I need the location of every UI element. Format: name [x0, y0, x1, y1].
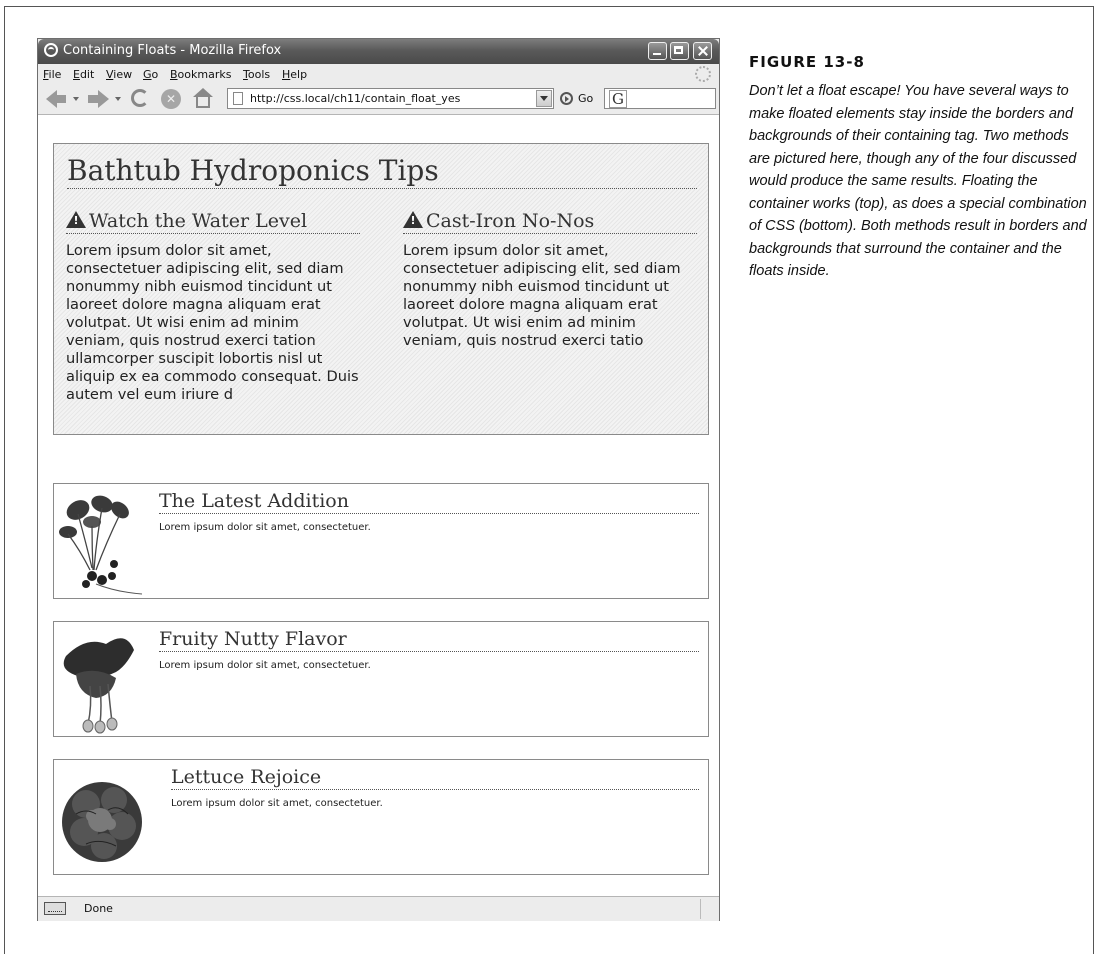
- address-bar[interactable]: http://css.local/ch11/contain_float_yes: [227, 88, 554, 109]
- tip-heading-text: Cast-Iron No-Nos: [426, 210, 595, 232]
- item-box: The Latest Addition Lorem ipsum dolor si…: [53, 483, 709, 599]
- item-heading: The Latest Addition: [159, 490, 699, 514]
- menu-tools[interactable]: Tools: [243, 68, 270, 81]
- back-arrow-icon[interactable]: [46, 88, 68, 110]
- search-engine-icon[interactable]: G: [609, 90, 627, 108]
- maximize-button[interactable]: [670, 42, 689, 60]
- item-text: Lorem ipsum dolor sit amet, consectetuer…: [159, 522, 371, 533]
- firefox-icon: [44, 43, 58, 57]
- item-box: Fruity Nutty Flavor Lorem ipsum dolor si…: [53, 621, 709, 737]
- leafy-greens-image: [63, 638, 134, 734]
- item-text: Lorem ipsum dolor sit amet, consectetuer…: [159, 660, 371, 671]
- figure-label: FIGURE 13-8: [749, 53, 865, 71]
- tip-heading-text: Watch the Water Level: [89, 210, 308, 232]
- minimize-button[interactable]: [648, 42, 667, 60]
- tip-text: Lorem ipsum dolor sit amet, consectetuer…: [403, 242, 681, 349]
- navigation-toolbar: http://css.local/ch11/contain_float_yes …: [38, 84, 719, 115]
- stop-icon[interactable]: [160, 88, 182, 110]
- status-bar: Done: [38, 896, 719, 921]
- item-heading: Fruity Nutty Flavor: [159, 628, 699, 652]
- warning-icon: [403, 211, 423, 228]
- lettuce-head-image: [62, 782, 142, 862]
- resize-grip-icon[interactable]: [700, 899, 719, 919]
- page-icon: [233, 92, 243, 105]
- tip-column: Cast-Iron No-Nos Lorem ipsum dolor sit a…: [403, 210, 697, 350]
- warning-icon: [66, 211, 86, 228]
- reload-icon[interactable]: [130, 88, 152, 110]
- figure-caption: Don’t let a float escape! You have sever…: [749, 83, 1087, 279]
- radish-bunch-image: [59, 495, 143, 595]
- browser-window: Containing Floats - Mozilla Firefox File…: [37, 38, 720, 921]
- tip-column: Watch the Water Level Lorem ipsum dolor …: [66, 210, 360, 404]
- menu-bookmarks[interactable]: Bookmarks: [170, 68, 231, 81]
- forward-history-caret-icon[interactable]: [115, 97, 121, 101]
- menu-edit[interactable]: Edit: [73, 68, 94, 81]
- go-button[interactable]: Go: [578, 92, 593, 105]
- item-heading: Lettuce Rejoice: [171, 766, 699, 790]
- menu-help[interactable]: Help: [282, 68, 307, 81]
- url-text[interactable]: http://css.local/ch11/contain_float_yes: [250, 92, 525, 105]
- throbber-icon: [695, 66, 711, 82]
- tip-text: Lorem ipsum dolor sit amet, consectetuer…: [66, 242, 359, 403]
- page-frame-left-edge: [4, 6, 5, 954]
- page-heading: Bathtub Hydroponics Tips: [67, 154, 697, 189]
- item-box: Lettuce Rejoice Lorem ipsum dolor sit am…: [53, 759, 709, 875]
- menu-file[interactable]: File: [43, 68, 61, 81]
- window-title: Containing Floats - Mozilla Firefox: [63, 43, 282, 58]
- go-icon[interactable]: [560, 92, 573, 105]
- title-bar[interactable]: Containing Floats - Mozilla Firefox: [38, 39, 719, 64]
- forward-arrow-icon[interactable]: [88, 88, 110, 110]
- menu-view[interactable]: View: [106, 68, 132, 81]
- back-history-caret-icon[interactable]: [73, 97, 79, 101]
- page-viewport: Bathtub Hydroponics Tips Watch the Water…: [38, 115, 719, 896]
- home-icon[interactable]: [192, 88, 214, 110]
- url-dropdown-icon[interactable]: [536, 90, 552, 107]
- close-button[interactable]: [693, 42, 712, 60]
- menu-go[interactable]: Go: [143, 68, 158, 81]
- status-text: Done: [84, 902, 113, 915]
- tip-heading: Cast-Iron No-Nos: [403, 210, 697, 234]
- status-monitor-icon: [44, 902, 66, 915]
- tips-container: Bathtub Hydroponics Tips Watch the Water…: [53, 143, 709, 435]
- item-text: Lorem ipsum dolor sit amet, consectetuer…: [171, 798, 383, 809]
- tip-heading: Watch the Water Level: [66, 210, 360, 234]
- search-box[interactable]: G: [604, 88, 716, 109]
- menu-bar: File Edit View Go Bookmarks Tools Help: [38, 64, 719, 84]
